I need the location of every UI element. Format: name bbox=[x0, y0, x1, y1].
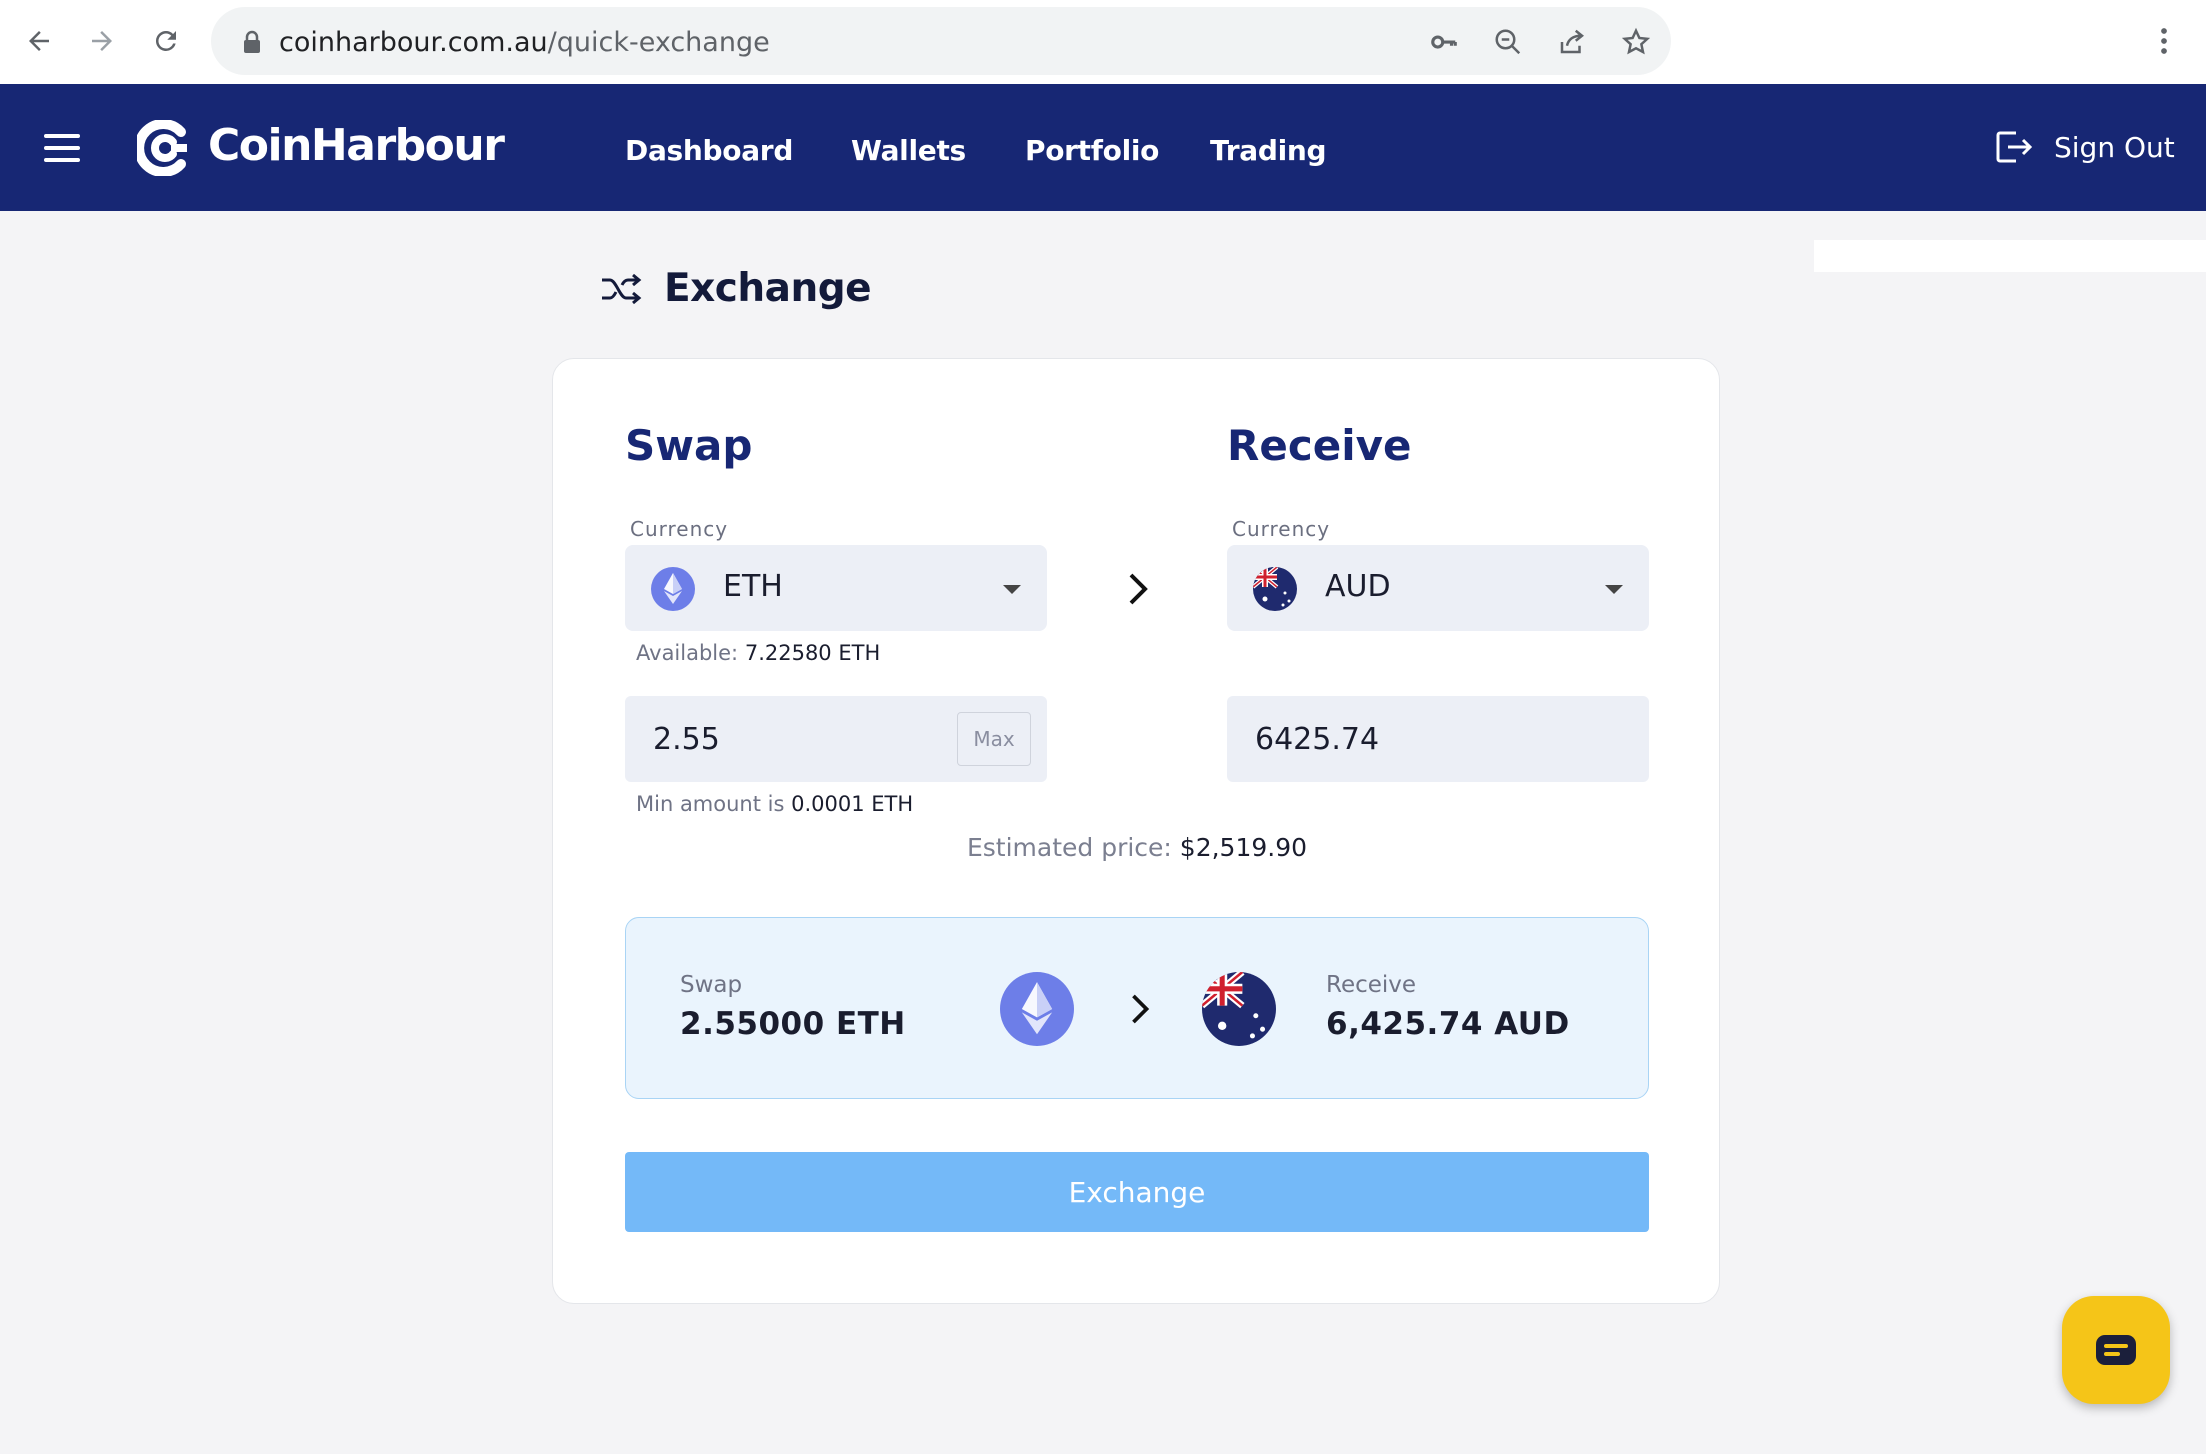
lock-icon[interactable] bbox=[235, 25, 269, 59]
eth-icon bbox=[1000, 972, 1074, 1046]
summary-receive-label: Receive bbox=[1326, 972, 1417, 998]
chat-icon bbox=[2096, 1335, 2136, 1365]
australia-flag-icon bbox=[1253, 567, 1297, 611]
page-title: Exchange bbox=[600, 266, 872, 311]
url-text[interactable]: coinharbour.com.au/quick-exchange bbox=[279, 27, 770, 58]
nav-portfolio[interactable]: Portfolio bbox=[1025, 134, 1159, 167]
exchange-card: Swap Receive Currency Currency ETH AUD A… bbox=[552, 358, 1720, 1304]
receive-currency-label: Currency bbox=[1232, 517, 1331, 541]
min-amount-value: 0.0001 ETH bbox=[791, 792, 914, 816]
zoom-out-icon[interactable] bbox=[1491, 25, 1525, 59]
kebab-menu-icon[interactable] bbox=[2143, 20, 2185, 62]
available-value: 7.22580 ETH bbox=[744, 641, 881, 665]
swap-amount-value[interactable]: 2.55 bbox=[653, 722, 720, 757]
sign-out-button[interactable]: Sign Out bbox=[1994, 129, 2175, 165]
available-label: Available: bbox=[636, 641, 739, 665]
page-title-text: Exchange bbox=[664, 266, 872, 311]
swap-currency-select[interactable]: ETH bbox=[625, 545, 1047, 631]
summary-receive-amount: 6,425.74 AUD bbox=[1326, 1006, 1570, 1042]
brand-name[interactable]: CoinHarbour bbox=[208, 120, 505, 171]
estimated-price: Estimated price: $2,519.90 bbox=[553, 833, 1721, 862]
estimated-price-value: $2,519.90 bbox=[1179, 833, 1308, 862]
estimated-price-label: Estimated price: bbox=[966, 833, 1172, 862]
swap-currency-value: ETH bbox=[723, 569, 783, 604]
chevron-down-icon bbox=[1003, 585, 1021, 594]
chat-button[interactable] bbox=[2062, 1296, 2170, 1404]
url-path: /quick-exchange bbox=[547, 27, 770, 58]
receive-amount-field[interactable]: 6425.74 bbox=[1227, 696, 1649, 782]
summary-swap-amount: 2.55000 ETH bbox=[680, 1006, 906, 1042]
swap-title: Swap bbox=[625, 421, 753, 470]
forward-icon[interactable] bbox=[81, 20, 123, 62]
app-header: CoinHarbour Dashboard Wallets Portfolio … bbox=[0, 84, 2206, 211]
min-amount-label: Min amount is bbox=[636, 792, 785, 816]
max-button[interactable]: Max bbox=[957, 712, 1031, 766]
receive-currency-value: AUD bbox=[1325, 569, 1391, 604]
nav-dashboard[interactable]: Dashboard bbox=[625, 134, 793, 167]
swap-currency-label: Currency bbox=[630, 517, 729, 541]
receive-amount-value[interactable]: 6425.74 bbox=[1255, 722, 1379, 757]
side-panel-strip bbox=[1814, 240, 2206, 272]
url-host: coinharbour.com.au bbox=[279, 27, 548, 58]
address-bar[interactable]: coinharbour.com.au/quick-exchange bbox=[211, 7, 1671, 75]
receive-title: Receive bbox=[1227, 421, 1412, 470]
exchange-summary: Swap 2.55000 ETH Receive 6,425.74 AUD bbox=[625, 917, 1649, 1099]
star-icon[interactable] bbox=[1619, 25, 1653, 59]
min-amount-hint: Min amount is 0.0001 ETH bbox=[636, 792, 913, 816]
receive-currency-select[interactable]: AUD bbox=[1227, 545, 1649, 631]
sign-out-icon bbox=[1996, 131, 2033, 163]
coinharbour-logo-icon[interactable] bbox=[134, 119, 191, 177]
summary-swap-label: Swap bbox=[680, 972, 743, 998]
sign-out-label: Sign Out bbox=[2054, 130, 2175, 164]
exchange-button[interactable]: Exchange bbox=[625, 1152, 1649, 1232]
available-balance: Available: 7.22580 ETH bbox=[636, 641, 880, 665]
nav-trading[interactable]: Trading bbox=[1210, 134, 1327, 167]
hamburger-menu-icon[interactable] bbox=[44, 134, 80, 162]
key-icon[interactable] bbox=[1427, 25, 1461, 59]
nav-wallets[interactable]: Wallets bbox=[851, 134, 966, 167]
browser-toolbar: coinharbour.com.au/quick-exchange bbox=[0, 0, 2206, 84]
reload-icon[interactable] bbox=[145, 20, 187, 62]
share-icon[interactable] bbox=[1555, 25, 1589, 59]
eth-icon bbox=[651, 567, 695, 611]
chevron-right-icon bbox=[1123, 569, 1153, 609]
shuffle-icon bbox=[602, 273, 642, 304]
australia-flag-icon bbox=[1202, 972, 1276, 1046]
back-icon[interactable] bbox=[18, 20, 60, 62]
chevron-right-icon bbox=[1126, 990, 1154, 1028]
swap-amount-field[interactable]: 2.55 Max bbox=[625, 696, 1047, 782]
chevron-down-icon bbox=[1605, 585, 1623, 594]
